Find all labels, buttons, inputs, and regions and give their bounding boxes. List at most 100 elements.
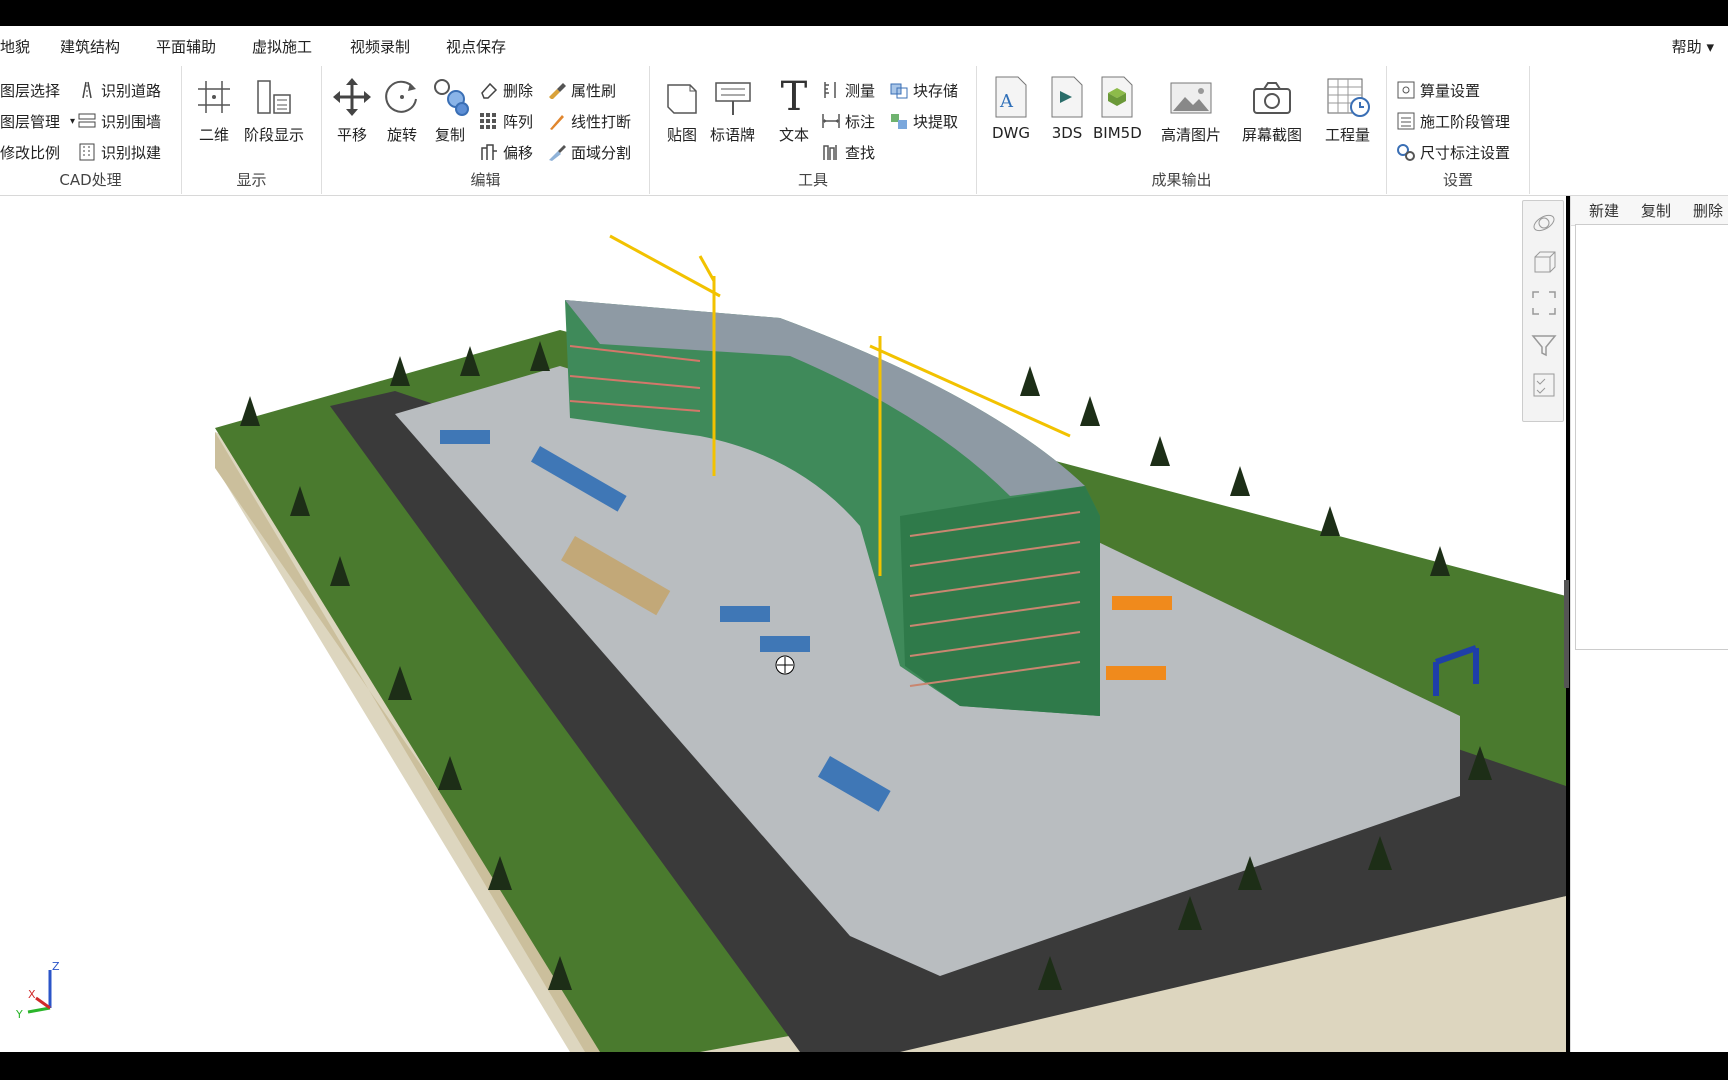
stage-manage-button[interactable]: 施工阶段管理	[1395, 109, 1510, 133]
delete-button[interactable]: 删除	[478, 78, 533, 102]
text-button[interactable]: T 文本	[772, 74, 816, 145]
dimension-settings-button[interactable]: 尺寸标注设置	[1395, 140, 1510, 164]
checklist-icon	[1530, 371, 1558, 403]
road-icon	[76, 80, 98, 100]
calc-settings-button[interactable]: 算量设置	[1395, 78, 1480, 102]
tab-video-record[interactable]: 视频录制	[350, 36, 410, 57]
tab-building-structure[interactable]: 建筑结构	[60, 36, 120, 57]
group-label-cad: CAD处理	[59, 171, 122, 189]
tab-viewpoint-save[interactable]: 视点保存	[446, 36, 506, 57]
measure-button[interactable]: 测量	[820, 78, 875, 102]
list-doc-icon	[1395, 111, 1417, 131]
pan-button[interactable]: 平移	[330, 74, 374, 145]
array-button[interactable]: 阵列	[478, 109, 533, 133]
tab-plan-assist[interactable]: 平面辅助	[156, 36, 216, 57]
texture-button[interactable]: 贴图	[660, 74, 704, 145]
svg-text:Y: Y	[15, 1008, 23, 1020]
side-panel-header: 新建 复制 删除	[1571, 196, 1728, 226]
identify-proposed-button[interactable]: 识别拟建	[76, 140, 161, 164]
dimension-icon	[820, 111, 842, 131]
signboard-button[interactable]: 标语牌	[710, 74, 755, 145]
tab-landform[interactable]: 地貌	[0, 36, 30, 57]
ruler-icon	[820, 80, 842, 100]
stage-display-button[interactable]: 阶段显示	[244, 74, 304, 145]
quantity-button[interactable]: 工程量	[1325, 74, 1370, 145]
export-3ds-button[interactable]: 3DS	[1045, 74, 1089, 142]
line-break-button[interactable]: 线性打断	[546, 109, 631, 133]
block-store-button[interactable]: 块存储	[888, 78, 958, 102]
cube-view-button[interactable]	[1528, 249, 1560, 281]
group-edit: 平移 旋转 复制 删除 阵列 偏移 属性刷 线性打断 面域分割 编辑	[322, 66, 650, 194]
identify-road-button[interactable]: 识别道路	[76, 78, 161, 102]
building-icon	[76, 142, 98, 162]
array-icon	[478, 111, 500, 131]
bim5d-file-icon	[1095, 74, 1139, 120]
layer-manage-button[interactable]: 图层管理 ▾	[0, 109, 75, 133]
offset-button[interactable]: 偏移	[478, 140, 533, 164]
group-label-tools: 工具	[797, 171, 828, 189]
group-display: 二维 阶段显示 显示	[182, 66, 322, 194]
checklist-button[interactable]	[1528, 371, 1560, 403]
signboard-icon	[711, 74, 755, 120]
title-bar	[0, 0, 1728, 26]
view-toolbar	[1522, 200, 1564, 422]
export-dwg-button[interactable]: A DWG	[989, 74, 1033, 142]
3ds-file-icon	[1045, 74, 1089, 120]
rotate-icon	[380, 74, 424, 120]
cube-icon	[1530, 249, 1558, 281]
copy-circles-icon	[428, 74, 472, 120]
settings-doc-icon	[1395, 80, 1417, 100]
copy-button[interactable]: 复制	[428, 74, 472, 145]
identify-wall-button[interactable]: 识别围墙	[76, 109, 161, 133]
hd-image-button[interactable]: 高清图片	[1161, 74, 1221, 145]
export-bim5d-button[interactable]: BIM5D	[1093, 74, 1142, 142]
group-label-display: 显示	[236, 171, 267, 189]
move-cursor-icon	[774, 654, 796, 676]
annotate-button[interactable]: 标注	[820, 109, 875, 133]
group-label-output: 成果输出	[1151, 171, 1212, 189]
fullscreen-button[interactable]	[1528, 289, 1560, 321]
group-settings: 算量设置 施工阶段管理 尺寸标注设置 设置	[1387, 66, 1530, 194]
format-brush-button[interactable]: 属性刷	[546, 78, 616, 102]
side-delete-button[interactable]: 删除	[1693, 200, 1723, 221]
side-copy-button[interactable]: 复制	[1641, 200, 1671, 221]
brush-split-icon	[546, 142, 568, 162]
filter-icon	[1530, 331, 1558, 363]
viewpoint-list[interactable]	[1575, 224, 1728, 650]
find-icon	[820, 142, 842, 162]
svg-text:X: X	[28, 988, 36, 1001]
layer-select-button[interactable]: 图层选择	[0, 78, 60, 102]
group-cad: 图层选择 图层管理 ▾ 修改比例 识别道路 识别围墙 识别拟建 CAD处理	[0, 66, 182, 194]
orbit-icon	[1530, 209, 1558, 241]
group-label-edit: 编辑	[470, 171, 501, 189]
screen-capture-button[interactable]: 屏幕截图	[1242, 74, 1302, 145]
axis-gizmo: Z X Y	[14, 960, 74, 1021]
help-menu[interactable]: 帮助 ▾	[1672, 36, 1714, 57]
offset-icon	[478, 142, 500, 162]
change-scale-button[interactable]: 修改比例	[0, 140, 60, 164]
group-label-settings: 设置	[1442, 171, 1473, 189]
rotate-button[interactable]: 旋转	[380, 74, 424, 145]
block-store-icon	[888, 80, 910, 100]
spreadsheet-clock-icon	[1326, 74, 1370, 120]
2d-button[interactable]: 二维	[192, 74, 236, 145]
pencil-icon	[546, 111, 568, 131]
eraser-icon	[478, 80, 500, 100]
bottom-bar	[0, 1052, 1728, 1080]
expand-icon	[1530, 289, 1558, 321]
viewport-scrollbar[interactable]	[1564, 580, 1569, 688]
3d-viewport[interactable]	[0, 196, 1566, 1052]
area-split-button[interactable]: 面域分割	[546, 140, 631, 164]
filter-button[interactable]	[1528, 331, 1560, 363]
site-model	[215, 234, 1566, 1052]
svg-text:A: A	[999, 91, 1014, 112]
orbit-button[interactable]	[1528, 209, 1560, 241]
svg-text:Z: Z	[52, 960, 60, 973]
tab-virtual-construction[interactable]: 虚拟施工	[252, 36, 312, 57]
block-extract-icon	[888, 111, 910, 131]
group-tools: 贴图 标语牌 T 文本 测量 标注 查找 块存储 块提取 工具	[650, 66, 977, 194]
find-button[interactable]: 查找	[820, 140, 875, 164]
side-panel: 新建 复制 删除	[1570, 196, 1728, 1052]
new-button[interactable]: 新建	[1589, 200, 1619, 221]
block-extract-button[interactable]: 块提取	[888, 109, 958, 133]
